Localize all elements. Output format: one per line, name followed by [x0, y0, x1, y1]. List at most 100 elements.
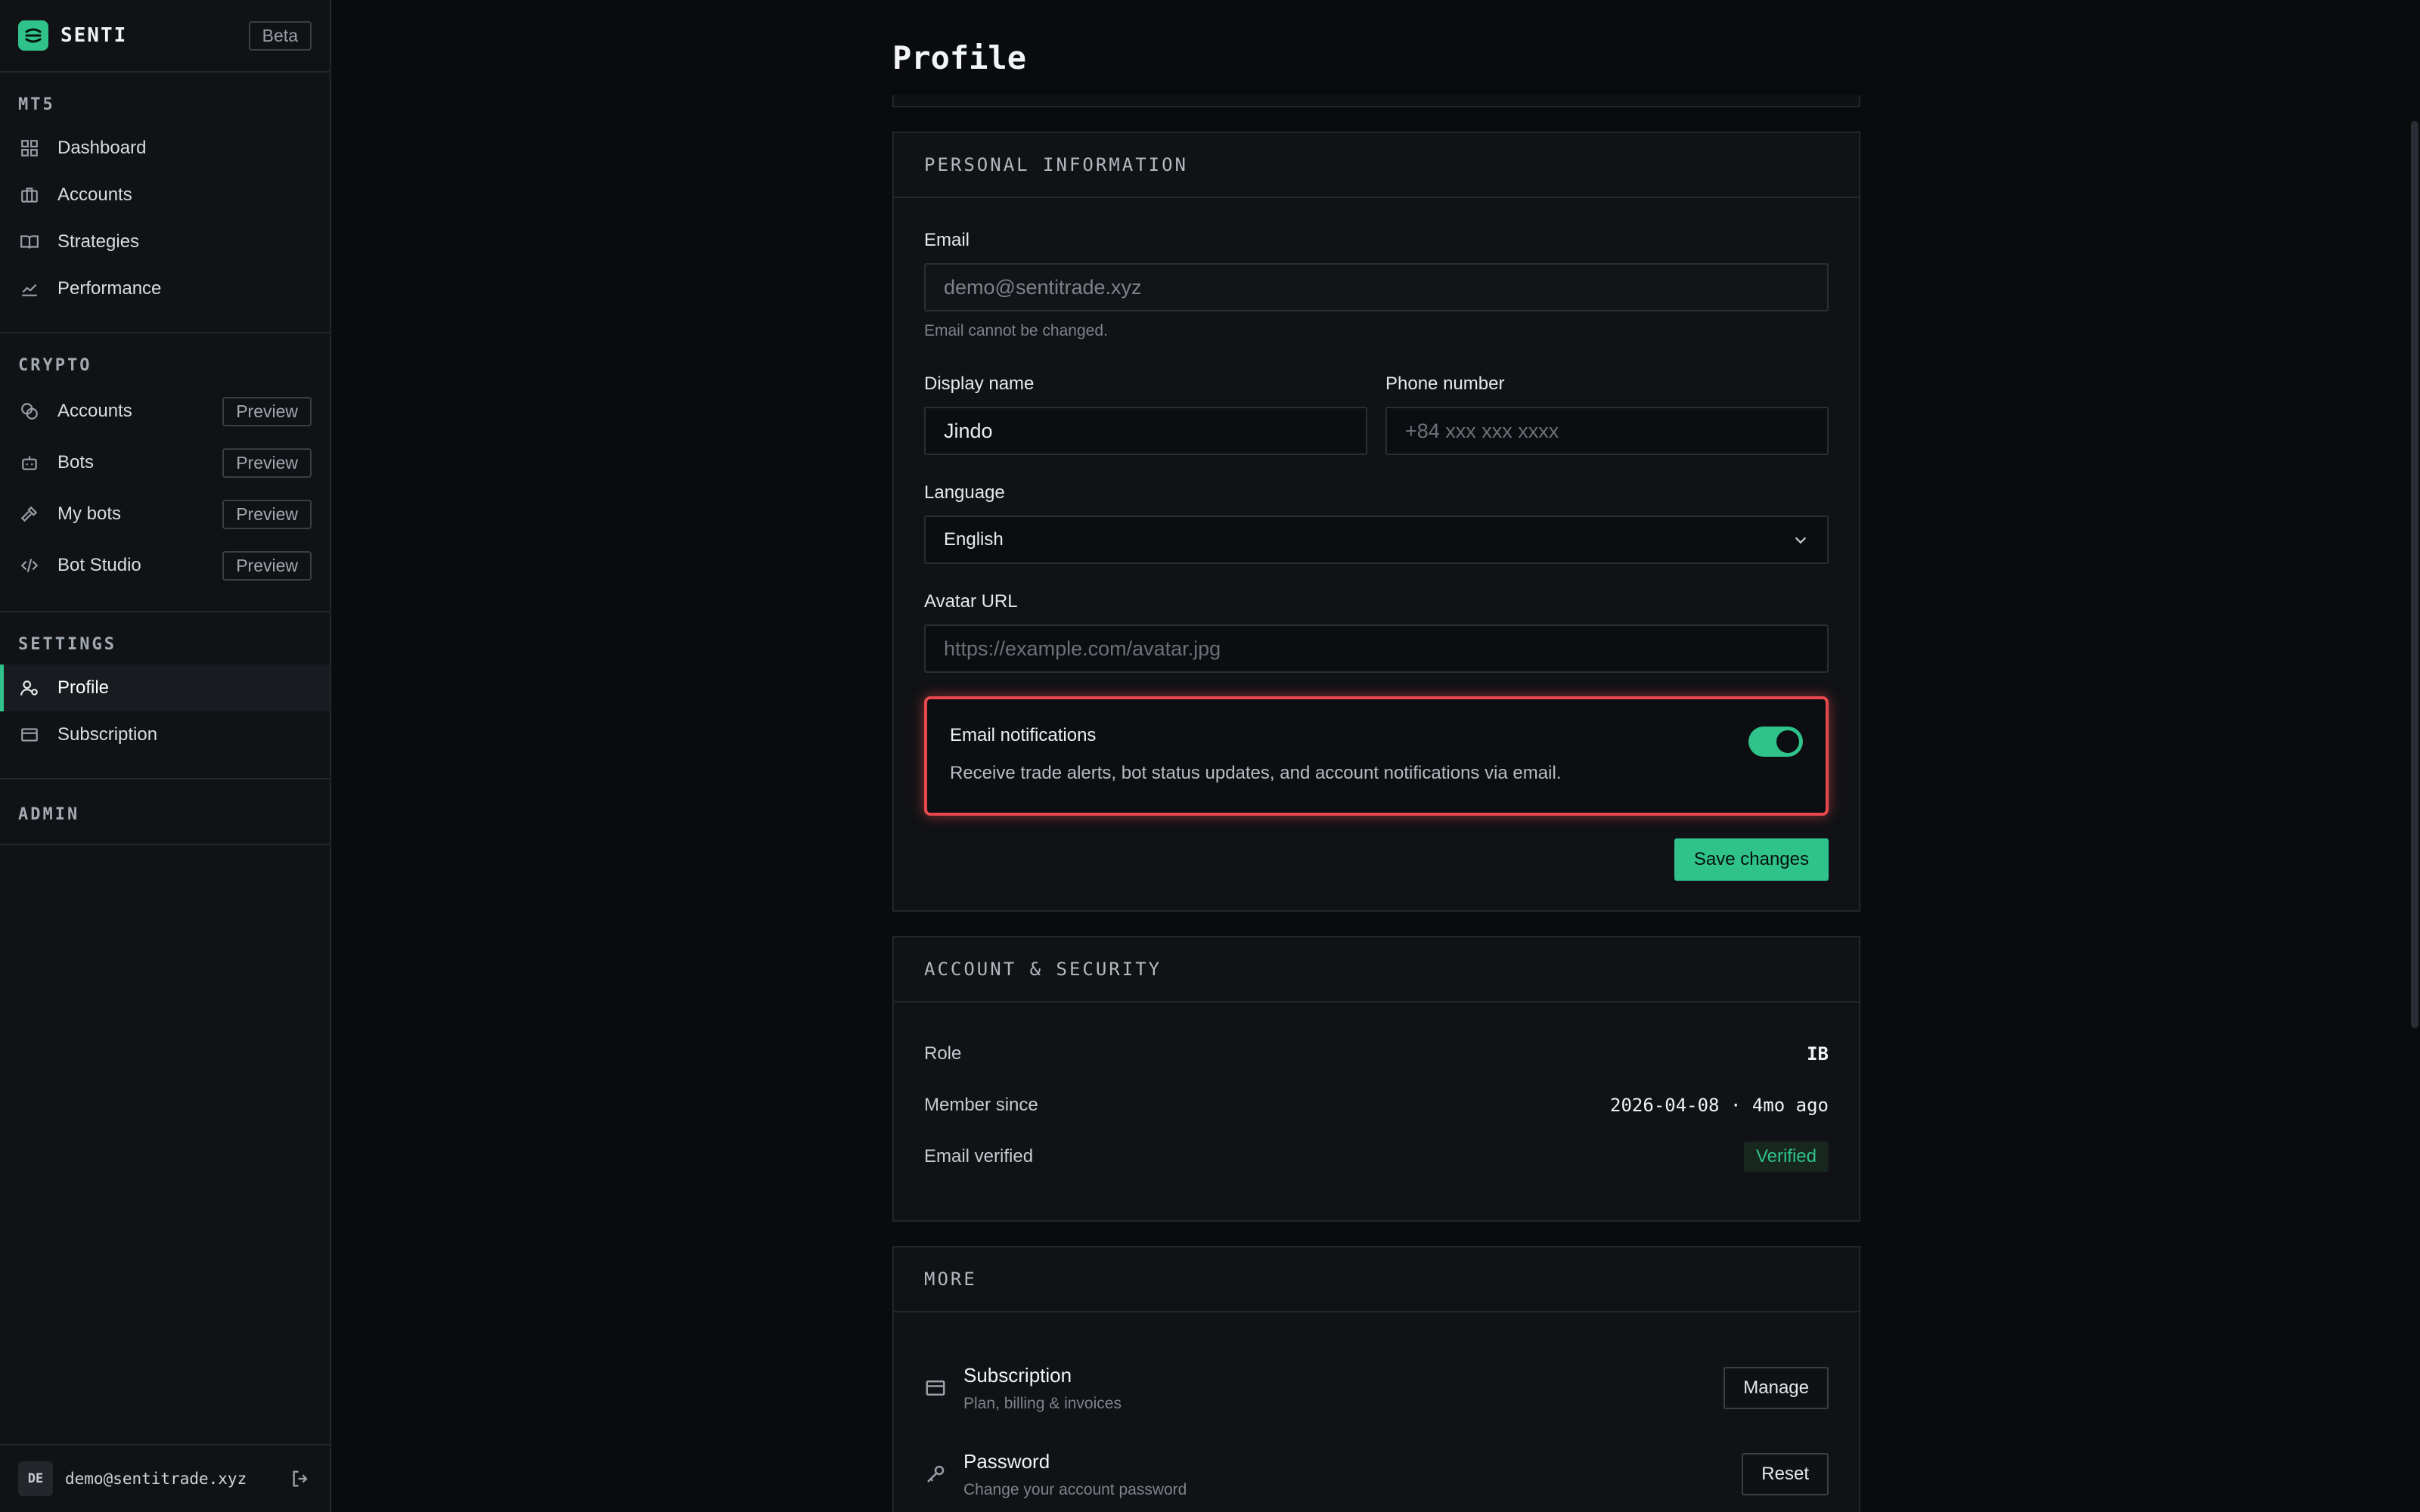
key-icon — [927, 1465, 945, 1483]
card-heading: ACCOUNT & SECURITY — [894, 937, 1859, 1002]
manage-button[interactable]: Manage — [1723, 1367, 1829, 1409]
scrollbar[interactable] — [2409, 0, 2420, 1512]
nav-section-admin: ADMIN — [0, 779, 330, 845]
language-group: Language English — [924, 482, 1829, 564]
avatar[interactable]: DE — [18, 1461, 53, 1496]
display-name-label: Display name — [924, 373, 1035, 394]
display-name-group: Display name Jindo — [924, 373, 1367, 455]
email-verified-row: Email verified Verified — [924, 1142, 1829, 1172]
password-title: Password — [963, 1449, 1050, 1473]
brand-name: SENTI — [60, 24, 128, 47]
reset-button[interactable]: Reset — [1742, 1453, 1829, 1495]
main-content: Profile PERSONAL INFORMATION Email demo@… — [333, 0, 2420, 1512]
display-name-value: Jindo — [944, 419, 993, 442]
robot-icon — [18, 451, 41, 474]
preview-badge: Preview — [222, 499, 312, 529]
preview-badge: Preview — [222, 396, 312, 426]
book-icon — [18, 231, 41, 253]
email-label: Email — [924, 230, 970, 250]
member-since-value: 2026-04-08 · 4mo ago — [1610, 1095, 1829, 1116]
email-notifications-description: Receive trade alerts, bot status updates… — [950, 763, 1562, 783]
account-security-card: ACCOUNT & SECURITY Role IB Member since … — [892, 936, 1860, 1222]
member-since-row: Member since 2026-04-08 · 4mo ago — [924, 1095, 1829, 1116]
sidebar-item-crypto-accounts[interactable]: Accounts Preview — [0, 386, 330, 437]
subscription-title: Subscription — [963, 1363, 1072, 1387]
nav-section-mt5: MT5 Dashboard Accounts Strategies Perfor… — [0, 73, 330, 333]
grid-icon — [18, 137, 41, 160]
sidebar-item-label: My bots — [57, 503, 122, 524]
sidebar-item-my-bots[interactable]: My bots Preview — [0, 488, 330, 540]
member-since-label: Member since — [924, 1095, 1038, 1115]
sidebar-item-bots[interactable]: Bots Preview — [0, 437, 330, 488]
language-label: Language — [924, 482, 1005, 503]
sidebar-item-label: Performance — [57, 278, 162, 299]
nav-section-crypto: CRYPTO Accounts Preview Bots Preview My … — [0, 333, 330, 612]
nav-section-settings: SETTINGS Profile Subscription — [0, 612, 330, 779]
sidebar-item-label: Accounts — [57, 184, 132, 205]
sidebar: SENTI Beta MT5 Dashboard Accounts Strate… — [0, 0, 331, 1512]
email-notifications-title: Email notifications — [950, 725, 1097, 745]
section-label-admin: ADMIN — [18, 805, 80, 824]
avatar-url-input[interactable]: https://example.com/avatar.jpg — [924, 624, 1829, 673]
subscription-row: Subscription Plan, billing & invoices Ma… — [924, 1358, 1829, 1418]
section-label-crypto: CRYPTO — [18, 356, 92, 375]
user-email: demo@sentitrade.xyz — [65, 1470, 247, 1488]
user-footer: DE demo@sentitrade.xyz — [0, 1444, 330, 1512]
page-title: Profile — [892, 39, 1027, 76]
email-verified-label: Email verified — [924, 1146, 1034, 1167]
email-notifications-panel: Email notifications Receive trade alerts… — [924, 696, 1829, 816]
email-value: demo@sentitrade.xyz — [944, 275, 1142, 299]
briefcase-icon — [18, 184, 41, 206]
save-changes-button[interactable]: Save changes — [1674, 838, 1829, 881]
coins-icon — [18, 400, 41, 423]
senti-logo-icon[interactable] — [18, 20, 48, 51]
phone-placeholder: +84 xxx xxx xxxx — [1405, 419, 1559, 442]
role-value: IB — [1807, 1043, 1829, 1064]
preview-badge: Preview — [222, 550, 312, 581]
phone-group: Phone number +84 xxx xxx xxxx — [1385, 373, 1829, 455]
user-cog-icon — [18, 677, 41, 699]
password-text: Password Change your account password — [963, 1450, 1187, 1499]
display-name-input[interactable]: Jindo — [924, 407, 1367, 455]
sidebar-item-label: Bot Studio — [57, 555, 141, 575]
section-label-mt5: MT5 — [18, 95, 55, 114]
card-icon — [926, 1380, 945, 1396]
sidebar-item-subscription[interactable]: Subscription — [0, 711, 330, 758]
language-select[interactable]: English — [924, 516, 1829, 564]
previous-card-edge — [892, 95, 1860, 107]
email-group: Email demo@sentitrade.xyz Email cannot b… — [924, 230, 1829, 340]
card-heading: MORE — [894, 1247, 1859, 1312]
verified-badge: Verified — [1743, 1142, 1829, 1172]
sidebar-item-label: Bots — [57, 452, 95, 472]
password-subtitle: Change your account password — [963, 1480, 1187, 1498]
phone-input[interactable]: +84 xxx xxx xxxx — [1385, 407, 1829, 455]
code-icon — [18, 554, 41, 577]
sidebar-item-label: Subscription — [57, 724, 158, 745]
sidebar-item-performance[interactable]: Performance — [0, 265, 330, 312]
logout-icon[interactable] — [290, 1468, 312, 1489]
sidebar-item-label: Accounts — [57, 401, 132, 421]
card-icon — [18, 723, 41, 746]
email-notifications-toggle[interactable] — [1748, 727, 1803, 757]
sidebar-item-accounts[interactable]: Accounts — [0, 172, 330, 218]
role-label: Role — [924, 1043, 962, 1064]
chart-line-icon — [18, 277, 41, 300]
phone-label: Phone number — [1385, 373, 1505, 394]
sidebar-item-profile[interactable]: Profile — [0, 665, 330, 711]
language-value: English — [944, 529, 1004, 550]
sidebar-item-bot-studio[interactable]: Bot Studio Preview — [0, 540, 330, 591]
chevron-down-icon — [1795, 537, 1807, 544]
more-card: MORE Subscription Plan, billing & invoic… — [892, 1246, 1860, 1512]
scrollbar-thumb[interactable] — [2411, 121, 2418, 1028]
sidebar-item-strategies[interactable]: Strategies — [0, 218, 330, 265]
section-label-settings: SETTINGS — [18, 635, 116, 654]
sidebar-item-dashboard[interactable]: Dashboard — [0, 125, 330, 172]
avatar-url-placeholder: https://example.com/avatar.jpg — [944, 637, 1221, 660]
avatar-url-label: Avatar URL — [924, 591, 1018, 612]
hammer-icon — [18, 503, 41, 525]
preview-badge: Preview — [222, 448, 312, 478]
avatar-url-group: Avatar URL https://example.com/avatar.jp… — [924, 591, 1829, 673]
brand-header: SENTI Beta — [0, 0, 330, 73]
sidebar-item-label: Strategies — [57, 231, 140, 252]
toggle-knob — [1776, 730, 1799, 753]
